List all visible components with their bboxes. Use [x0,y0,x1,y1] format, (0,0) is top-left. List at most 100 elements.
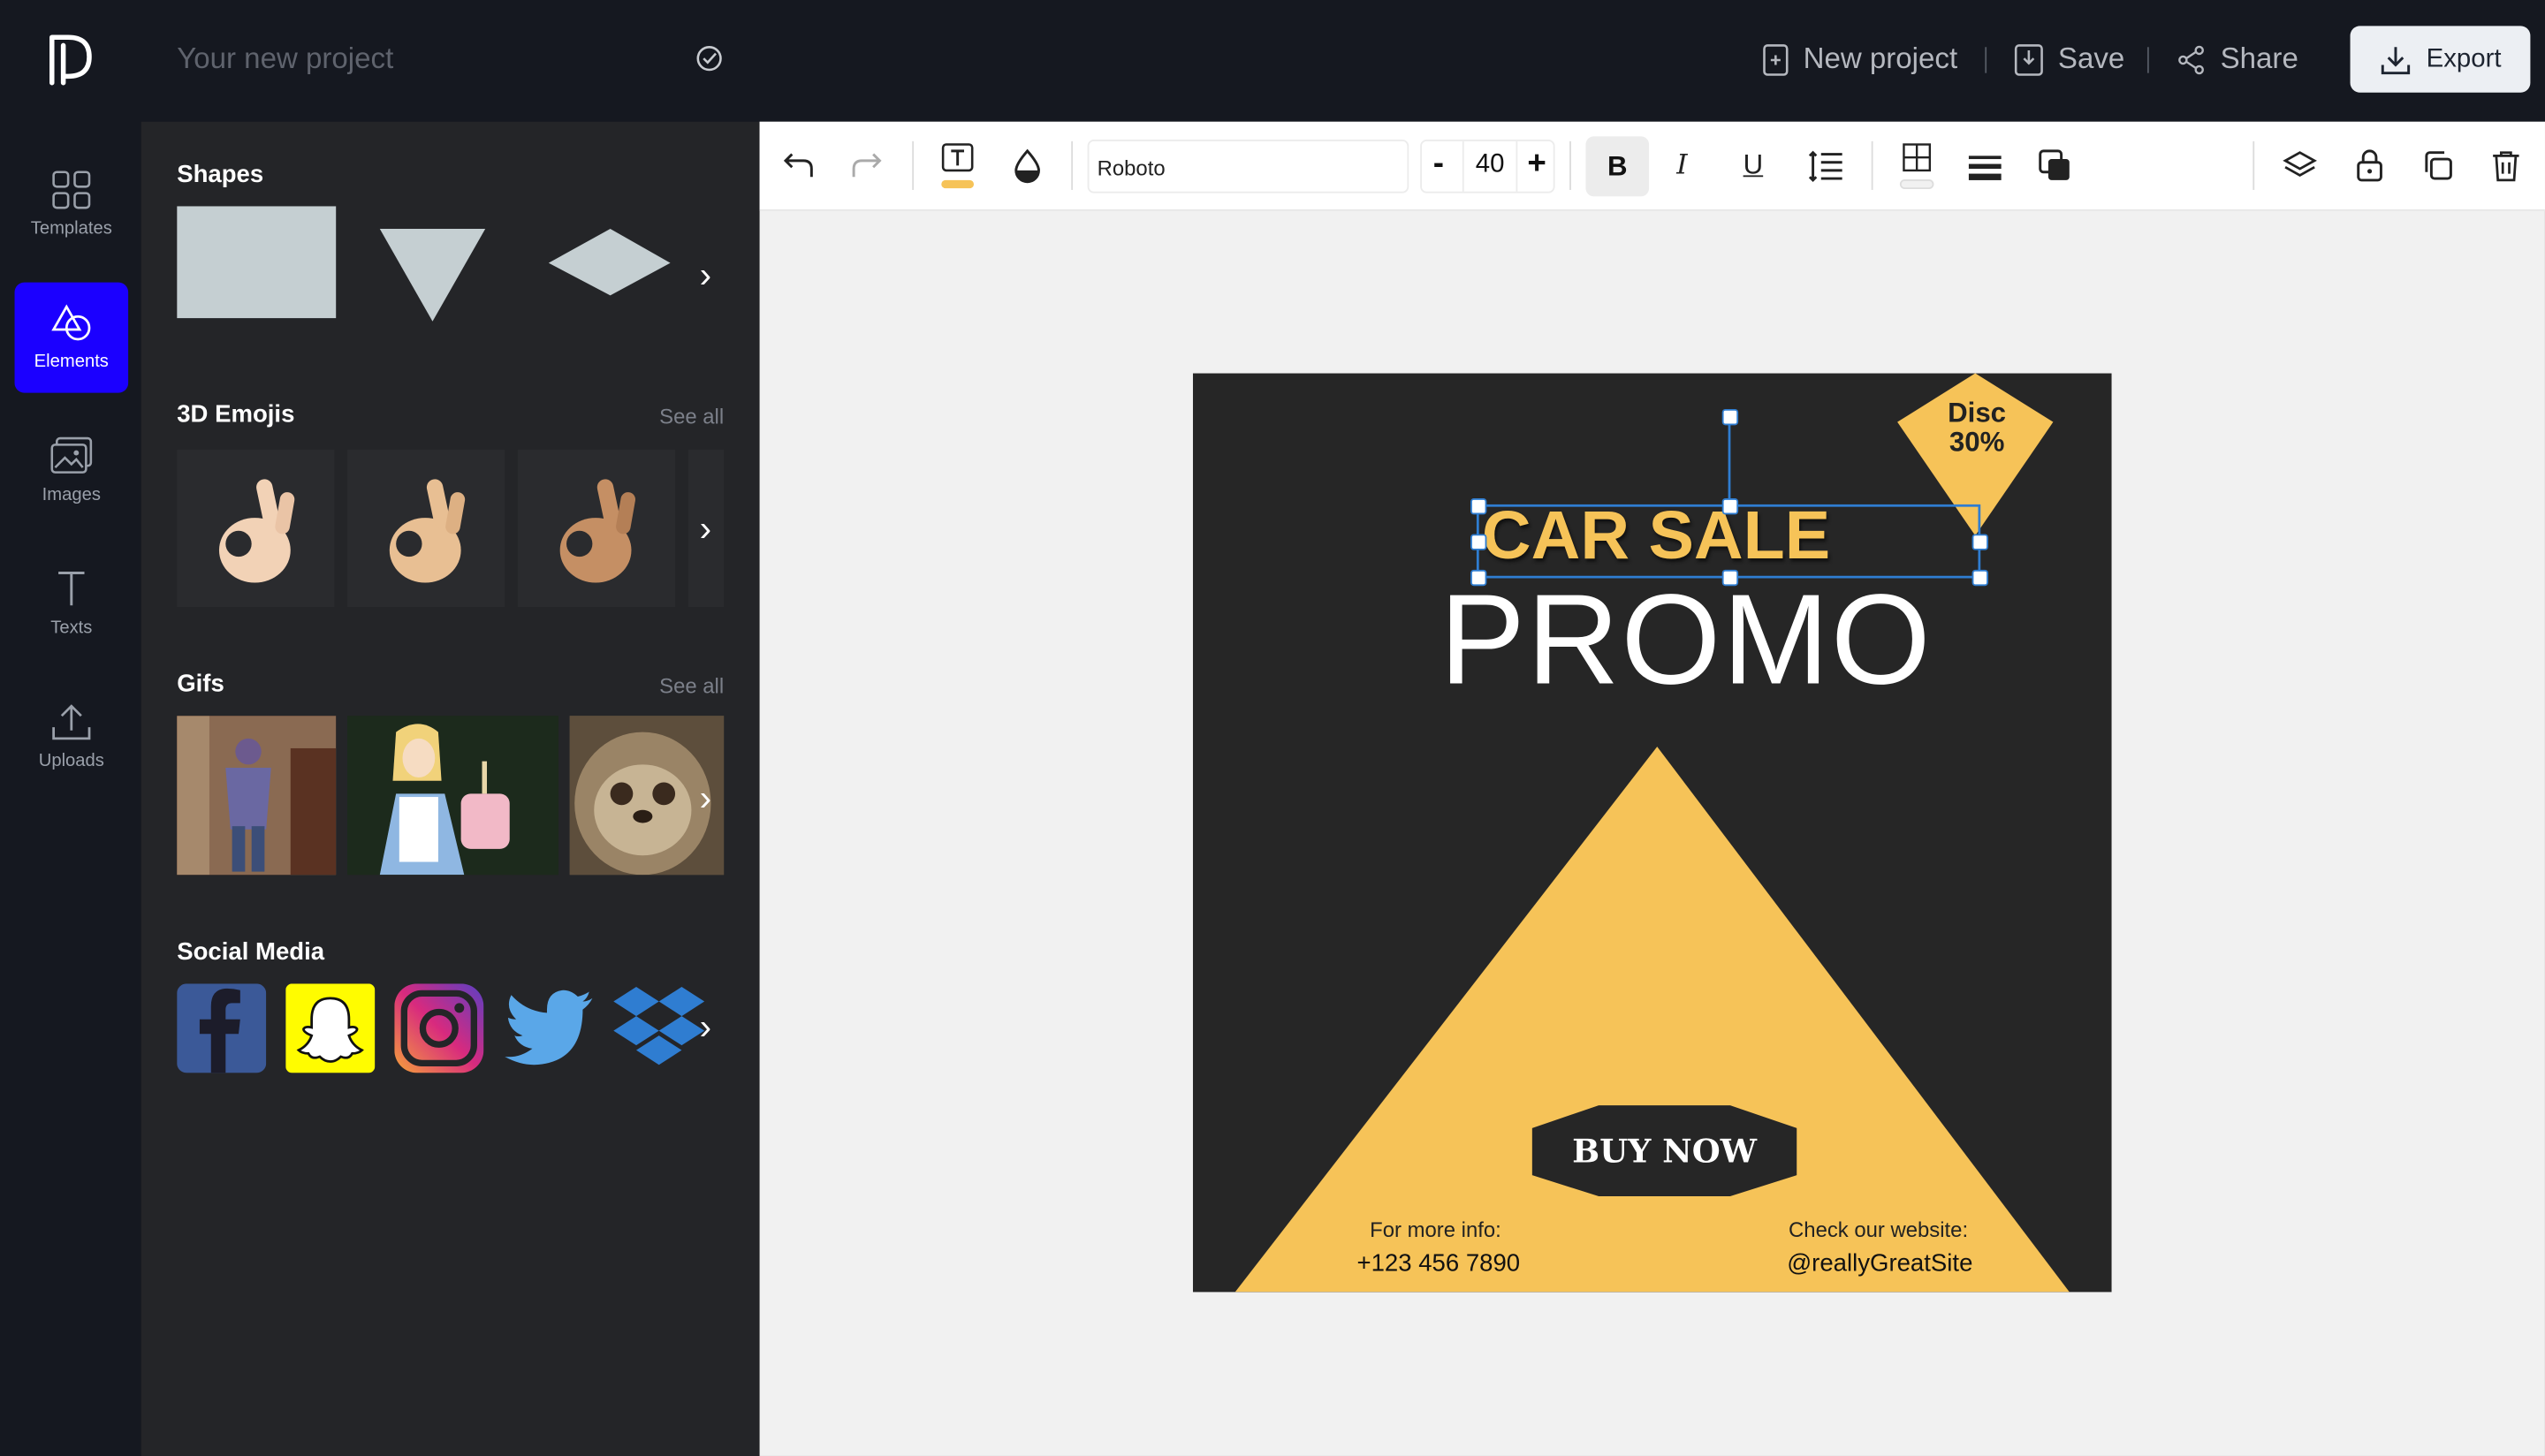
save-button[interactable]: Save [2014,42,2124,77]
resize-handle-bottom-right[interactable] [1971,569,1988,587]
divider [1071,140,1074,190]
dropbox-icon[interactable] [613,983,705,1073]
gif-thumbnail[interactable] [177,716,337,876]
ok-hand-emoji-medium[interactable] [517,449,676,608]
transparency-grid-icon[interactable] [1899,141,1934,190]
design-artboard[interactable]: Disc 30% CAR SALE PROMO BUY NOW For more… [1192,373,2112,1293]
font-size-decrease-button[interactable]: - [1433,146,1444,183]
chevron-right-icon[interactable]: › [700,1006,711,1049]
underline-button[interactable]: U [1744,149,1764,182]
share-label: Share [2220,42,2298,75]
font-size-input[interactable]: 40 [1462,140,1518,192]
divider [1985,47,1987,73]
promo-heading[interactable]: PROMO [1440,565,1932,714]
divider [1569,140,1571,190]
nav-label: Uploads [38,751,104,771]
font-size-increase-button[interactable]: + [1527,146,1546,183]
triangle-shape[interactable] [379,229,487,323]
duplicate-icon[interactable] [2420,148,2456,183]
elements-panel: Shapes › 3D Emojis See all › Gifs See al… [141,121,760,1456]
resize-handle-bottom[interactable] [1721,569,1739,587]
nav-images[interactable]: Images [15,415,129,526]
website-label[interactable]: Check our website: [1789,1217,1968,1242]
layers-icon[interactable] [2282,148,2317,183]
nav-label: Templates [30,219,112,239]
app-logo[interactable] [45,33,97,87]
discount-line-1: Disc [1948,398,2007,429]
redo-icon[interactable] [849,148,885,183]
top-bar: Your new project New project Save Share … [0,0,2545,122]
diamond-shape[interactable] [548,229,672,297]
nav-texts[interactable]: Texts [15,549,129,659]
chevron-right-icon[interactable]: › [700,777,711,820]
gif-person-image [177,716,337,876]
nav-templates[interactable]: Templates [15,149,129,260]
ok-hand-emoji-light[interactable] [177,449,335,608]
resize-handle-bottom-left[interactable] [1470,569,1487,587]
resize-handle-top-left[interactable] [1470,498,1487,515]
share-icon [2178,44,2204,74]
font-size-stepper: - 40 + [1420,139,1555,193]
export-label: Export [2426,44,2502,72]
instagram-icon[interactable] [394,983,484,1073]
bold-button[interactable]: B [1585,136,1650,197]
nav-elements[interactable]: Elements [14,282,129,393]
save-icon [2014,43,2043,75]
trash-icon[interactable] [2488,148,2524,183]
ok-hand-emoji-medium-light[interactable] [347,449,505,608]
discount-badge-text[interactable]: Disc 30% [1928,398,2025,458]
check-circle-icon[interactable] [695,44,724,73]
share-button[interactable]: Share [2177,42,2298,77]
canvas-area: Roboto - 40 + B I U Disc 30% CAR SALE PR… [759,121,2545,1456]
divider [2253,140,2255,190]
yellow-triangle[interactable] [1235,747,2070,1293]
chevron-right-icon[interactable]: › [700,508,711,550]
gifs-see-all-link[interactable]: See all [659,673,724,698]
new-project-button[interactable]: New project [1763,42,1957,77]
project-name-input[interactable]: Your new project [177,42,393,77]
emojis-see-all-link[interactable]: See all [659,404,724,428]
buy-now-text[interactable]: BUY NOW [1532,1105,1797,1196]
editor-toolbar: Roboto - 40 + B I U [759,121,2545,211]
line-weight-icon[interactable] [1967,148,2002,183]
resize-handle-left[interactable] [1470,534,1487,550]
shapes-heading: Shapes [177,160,264,189]
phone-number[interactable]: +123 456 7890 [1356,1250,1520,1278]
nav-label: Texts [50,618,93,639]
resize-handle-right[interactable] [1971,534,1988,550]
new-file-icon [1763,43,1789,75]
website-handle[interactable]: @reallyGreatSite [1787,1250,1972,1278]
ok-hand-icon [218,479,295,583]
nav-label: Images [42,485,101,505]
rotate-handle[interactable] [1721,408,1739,426]
save-label: Save [2057,42,2125,75]
snapchat-icon[interactable] [285,983,376,1073]
ok-hand-icon [559,479,636,583]
car-sale-heading[interactable]: CAR SALE [1482,497,1830,574]
divider [1871,140,1873,190]
ok-hand-icon [389,479,466,583]
text-icon [58,572,85,606]
font-family-select[interactable]: Roboto [1087,139,1409,193]
twitter-icon[interactable] [503,989,594,1066]
italic-button[interactable]: I [1676,149,1687,182]
gif-thumbnail[interactable] [347,716,558,876]
undo-icon[interactable] [780,148,816,183]
left-nav: Templates Elements Images Texts Uploads [0,121,141,1456]
gifs-heading: Gifs [177,670,224,698]
arrange-icon[interactable] [2037,148,2072,183]
lock-icon[interactable] [2351,148,2387,183]
facebook-icon[interactable] [177,983,267,1073]
export-button[interactable]: Export [2350,26,2531,93]
social-heading: Social Media [177,937,325,967]
new-project-label: New project [1803,42,1958,75]
image-icon [50,436,93,474]
fill-drop-icon[interactable] [1009,148,1045,184]
more-info-label[interactable]: For more info: [1370,1217,1501,1242]
text-color-icon[interactable] [939,141,975,190]
resize-handle-top[interactable] [1721,498,1739,515]
rectangle-shape[interactable] [177,206,339,320]
nav-uploads[interactable]: Uploads [15,682,129,792]
line-spacing-icon[interactable] [1808,148,1843,183]
chevron-right-icon[interactable]: › [700,254,711,297]
